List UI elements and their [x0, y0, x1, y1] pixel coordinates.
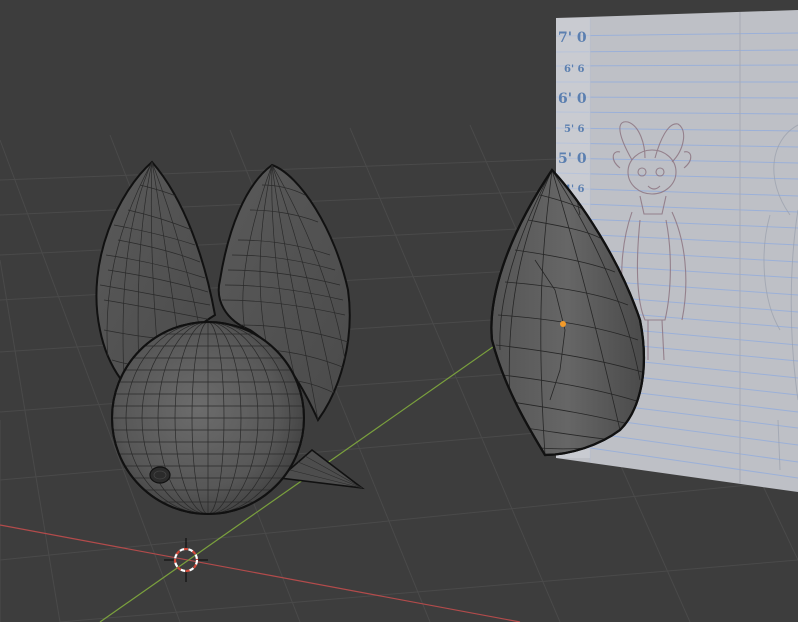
head-mesh-object[interactable] — [95, 160, 365, 515]
height-label-5-0: 5' 0 — [558, 151, 587, 167]
x-axis-line — [0, 524, 521, 622]
height-label-6-0: 6' 0 — [558, 91, 587, 107]
object-origin-dot — [560, 321, 566, 327]
3d-viewport[interactable]: 7' 0 6' 6 6' 0 5' 6 5' 0 4' 6 — [0, 0, 798, 622]
height-label-6-6: 6' 6 — [564, 64, 585, 75]
eye-socket — [149, 466, 171, 484]
height-label-7-0: 7' 0 — [558, 30, 587, 46]
height-label-5-6: 5' 6 — [564, 124, 585, 135]
